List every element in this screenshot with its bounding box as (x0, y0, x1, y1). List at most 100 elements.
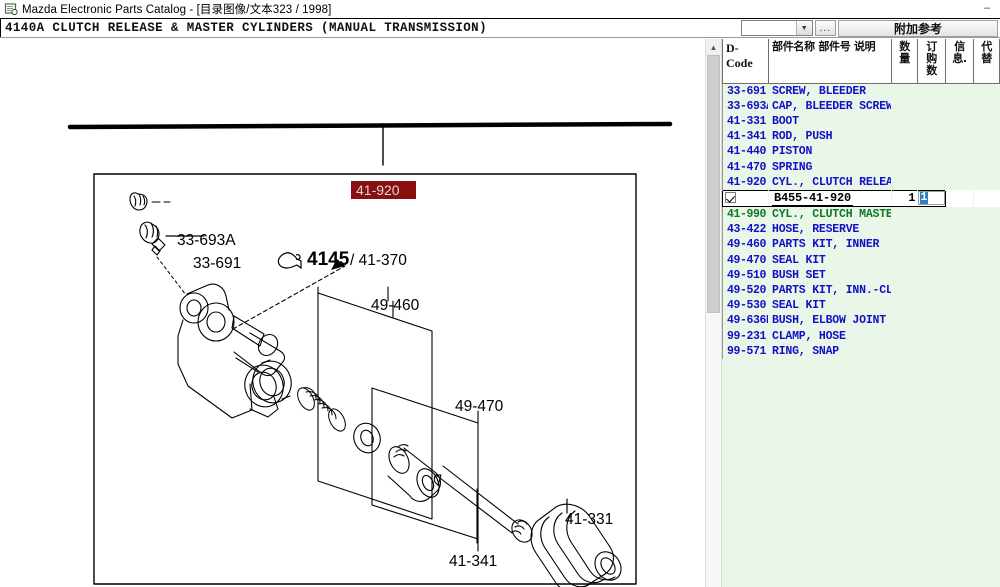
cell-order-quantity[interactable] (918, 83, 946, 99)
column-header-quantity[interactable]: 数 量 (891, 39, 918, 84)
table-row[interactable]: 41-341 ROD, PUSH (722, 129, 1000, 145)
table-row[interactable]: 49-510 BUSH SET (722, 267, 1000, 283)
cell-order-quantity[interactable] (918, 175, 946, 191)
minimize-button[interactable]: – (980, 2, 994, 15)
table-row[interactable]: 99-571 RING, SNAP (722, 343, 1000, 359)
column-header-order-quantity[interactable]: 订 购 数 (917, 39, 946, 84)
cell-substitute (974, 99, 1000, 114)
table-row[interactable]: 49-530 SEAL KIT (722, 298, 1000, 314)
browse-button[interactable]: ... (814, 20, 836, 36)
header-info-char2: 息. (952, 52, 967, 65)
cell-substitute (974, 144, 1000, 159)
cell-order-quantity[interactable] (918, 99, 946, 114)
cell-order-quantity[interactable] (918, 144, 946, 159)
order-quantity-cell[interactable]: 1 (917, 189, 946, 208)
toolbar-controls: ▼ ... 附加参考 (740, 19, 1000, 37)
cell-info (946, 175, 974, 191)
table-row[interactable]: 33-693A CAP, BLEEDER SCREW (722, 98, 1000, 114)
part-number-cell[interactable]: B455-41-920 (768, 189, 892, 208)
chevron-down-icon[interactable]: ▼ (795, 21, 812, 35)
cell-substitute (974, 237, 1000, 252)
table-row[interactable]: 33-691 SCREW, BLEEDER (722, 83, 1000, 99)
parts-list-pane[interactable]: D-Code 部件名称 部件号 说明 数 量 订 购 数 信 息. 代 替 33… (722, 39, 1000, 587)
quantity-cell: 1 (891, 189, 918, 208)
info-cell (945, 190, 974, 207)
parts-diagram-pane[interactable]: 33-693A 33-691 4145 / 41-370 49-460 49-4… (0, 39, 705, 587)
cell-order-quantity[interactable] (918, 114, 946, 129)
cell-order-quantity[interactable] (918, 313, 946, 328)
callout-33-691: 33-691 (193, 255, 241, 272)
additional-reference-button[interactable]: 附加参考 (838, 19, 998, 37)
scroll-up-button[interactable]: ▲ (706, 39, 721, 55)
cell-quantity (892, 99, 918, 114)
cell-info (946, 329, 974, 344)
table-row[interactable]: 49-636B BUSH, ELBOW JOINT (722, 313, 1000, 329)
cell-dcode: 49-470 (722, 252, 769, 268)
table-row[interactable]: 49-460 PARTS KIT, INNER (722, 237, 1000, 253)
part-number-value: B455-41-920 (772, 191, 854, 206)
cell-part-name: BUSH SET (772, 268, 826, 282)
table-row[interactable]: 99-231 CLAMP, HOSE (722, 328, 1000, 344)
cell-order-quantity[interactable] (918, 298, 946, 313)
cell-order-quantity[interactable] (918, 283, 946, 298)
cell-part-name: PARTS KIT, INNER (772, 238, 880, 252)
cell-quantity (892, 344, 918, 359)
column-header-part-name[interactable]: 部件名称 部件号 说明 (768, 39, 892, 84)
cell-dcode: 99-571 (722, 343, 769, 359)
cell-dcode: 41-470 (722, 159, 769, 175)
table-row[interactable]: 49-520PARTS KIT, INN.-CLUTCH (722, 282, 1000, 299)
header-qty-char2: 量 (899, 52, 910, 65)
cell-order-quantity[interactable] (918, 222, 946, 237)
cell-substitute (974, 114, 1000, 129)
cell-info (946, 268, 974, 283)
catalog-select-value (742, 21, 796, 35)
order-quantity-input[interactable]: 1 (917, 191, 945, 206)
cell-info (946, 144, 974, 159)
cell-dcode: 41-920 (722, 174, 769, 191)
window-title-bar: Mazda Electronic Parts Catalog - [目录图像/文… (0, 0, 1000, 18)
cell-quantity (892, 159, 918, 174)
table-row[interactable]: 41-470 SPRING (722, 159, 1000, 175)
table-row[interactable]: 49-470 SEAL KIT (722, 252, 1000, 268)
parts-diagram[interactable]: 33-693A 33-691 4145 / 41-370 49-460 49-4… (0, 39, 705, 587)
cell-part-name: SEAL KIT (772, 299, 826, 313)
diagram-highlight-41-920[interactable]: 41-920 (351, 181, 416, 199)
cell-part-name: SCREW, BLEEDER (772, 84, 866, 98)
select-checkbox-cell[interactable] (722, 189, 769, 208)
cell-dcode: 49-460 (722, 237, 769, 253)
column-header-info[interactable]: 信 息. (945, 39, 974, 84)
diagram-scrollbar[interactable]: ▲ (705, 39, 722, 587)
table-row[interactable]: 41-990 CYL., CLUTCH MASTER (722, 206, 1000, 223)
cell-order-quantity[interactable] (918, 344, 946, 359)
parts-table: D-Code 部件名称 部件号 说明 数 量 订 购 数 信 息. 代 替 33… (722, 39, 1000, 359)
table-row[interactable]: 43-422 HOSE, RESERVE (722, 222, 1000, 238)
cell-quantity (892, 268, 918, 283)
column-header-dcode[interactable]: D-Code (722, 39, 769, 84)
cell-order-quantity[interactable] (918, 207, 946, 223)
cell-order-quantity[interactable] (918, 329, 946, 344)
callout-41-331: 41-331 (565, 511, 613, 528)
catalog-select[interactable]: ▼ (740, 20, 813, 36)
table-row[interactable]: 41-440 PISTON (722, 144, 1000, 160)
cell-info (946, 344, 974, 359)
cell-info (946, 283, 974, 298)
cell-order-quantity[interactable] (918, 129, 946, 144)
cell-order-quantity[interactable] (918, 253, 946, 268)
cell-info (946, 313, 974, 328)
cell-quantity (892, 175, 918, 191)
table-row[interactable]: 41-920CYL., CLUTCH RELEASE (722, 174, 1000, 191)
column-header-substitute[interactable]: 代 替 (973, 39, 1000, 84)
cell-info (946, 129, 974, 144)
cell-order-quantity[interactable] (918, 237, 946, 252)
table-row[interactable]: 41-331 BOOT (722, 113, 1000, 130)
cell-dcode: 41-440 (722, 144, 769, 160)
scrollbar-track[interactable] (706, 55, 721, 587)
callout-49-460: 49-460 (371, 297, 420, 314)
cell-order-quantity[interactable] (918, 268, 946, 283)
cell-info (946, 207, 974, 223)
cell-order-quantity[interactable] (918, 159, 946, 174)
cell-part-name: SEAL KIT (772, 253, 826, 267)
row-checkbox[interactable] (725, 192, 736, 204)
selected-part-row[interactable]: B455-41-920 1 1 (722, 189, 1000, 208)
scrollbar-thumb[interactable] (707, 55, 720, 313)
